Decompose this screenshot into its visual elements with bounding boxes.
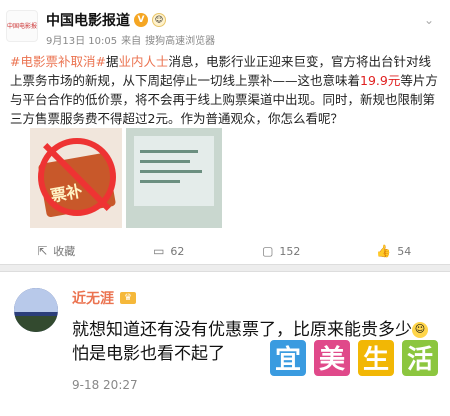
- post-meta: 9月13日 10:05 来自 搜狗高速浏览器: [46, 32, 215, 47]
- laugh-emoji-icon: ☺: [412, 322, 428, 338]
- hashtag-link[interactable]: #电影票补取消#: [10, 54, 106, 69]
- comment-icon: ▭: [153, 244, 165, 258]
- author-avatar[interactable]: 中国电影报道: [6, 10, 38, 42]
- screen-text-line: [140, 180, 180, 183]
- verified-icon: V: [134, 13, 148, 27]
- screen-text-line: [140, 160, 190, 163]
- watermark-char: 活: [400, 338, 440, 378]
- content-pre-link: 据: [105, 54, 119, 69]
- ticket-ban-image[interactable]: 票补: [30, 128, 122, 228]
- comment-text-part1: 就想知道还有没有优惠票了，比原来能贵多少: [72, 320, 412, 340]
- member-icon: ☺: [152, 13, 166, 27]
- post-source-prefix: 来自: [121, 36, 142, 47]
- like-icon: 👍: [376, 244, 392, 258]
- author-name[interactable]: 中国电影报道: [46, 10, 130, 30]
- commenter-avatar[interactable]: [14, 288, 58, 332]
- like-count: 54: [397, 244, 412, 258]
- author-name-row: 中国电影报道 V ☺: [46, 10, 166, 30]
- comment-time: 9-18 20:27: [72, 378, 138, 392]
- post-date: 9月13日 10:05: [46, 36, 118, 47]
- screen-text-line: [140, 170, 202, 173]
- weibo-post: 中国电影报道 中国电影报道 V ☺ 9月13日 10:05 来自 搜狗高速浏览器…: [0, 0, 450, 262]
- commenter-name[interactable]: 近无涯: [72, 288, 114, 308]
- watermark-char: 宜: [268, 338, 308, 378]
- commenter-name-row: 近无涯 ♛: [72, 288, 136, 308]
- comment-text-part2: 怕是电影也看不起了: [72, 344, 225, 364]
- favorite-button[interactable]: ⇱ 收藏: [0, 240, 113, 262]
- forward-icon: ⇱: [37, 244, 48, 258]
- price-highlight: 19.9元: [360, 73, 401, 88]
- favorite-label: 收藏: [53, 245, 76, 258]
- post-source[interactable]: 搜狗高速浏览器: [145, 32, 215, 47]
- screen-text-line: [140, 150, 198, 153]
- repost-icon: ▢: [262, 244, 274, 258]
- screen-image[interactable]: [126, 128, 222, 228]
- chevron-down-icon[interactable]: ⌄: [424, 14, 436, 26]
- post-content: #电影票补取消#据业内人士消息，电影行业正迎来巨变，官方将出台针对线上票务市场的…: [10, 52, 440, 128]
- watermark-char: 美: [312, 338, 352, 378]
- post-images: 票补: [30, 128, 222, 228]
- repost-count: 152: [279, 244, 301, 258]
- comment-button[interactable]: ▭ 62: [113, 240, 226, 262]
- avatar-sky: [14, 288, 58, 312]
- section-divider: [0, 264, 450, 272]
- comment-count: 62: [170, 244, 185, 258]
- like-button[interactable]: 👍 54: [338, 240, 450, 262]
- repost-button[interactable]: ▢ 152: [225, 240, 338, 262]
- crown-icon: ♛: [120, 292, 136, 304]
- action-bar: ⇱ 收藏 ▭ 62 ▢ 152 👍 54: [0, 240, 450, 262]
- watermark-char: 生: [356, 338, 396, 378]
- watermark-logo: 宜 美 生 活: [268, 338, 440, 378]
- avatar-ground: [14, 316, 58, 332]
- insider-link[interactable]: 业内人士: [118, 54, 168, 69]
